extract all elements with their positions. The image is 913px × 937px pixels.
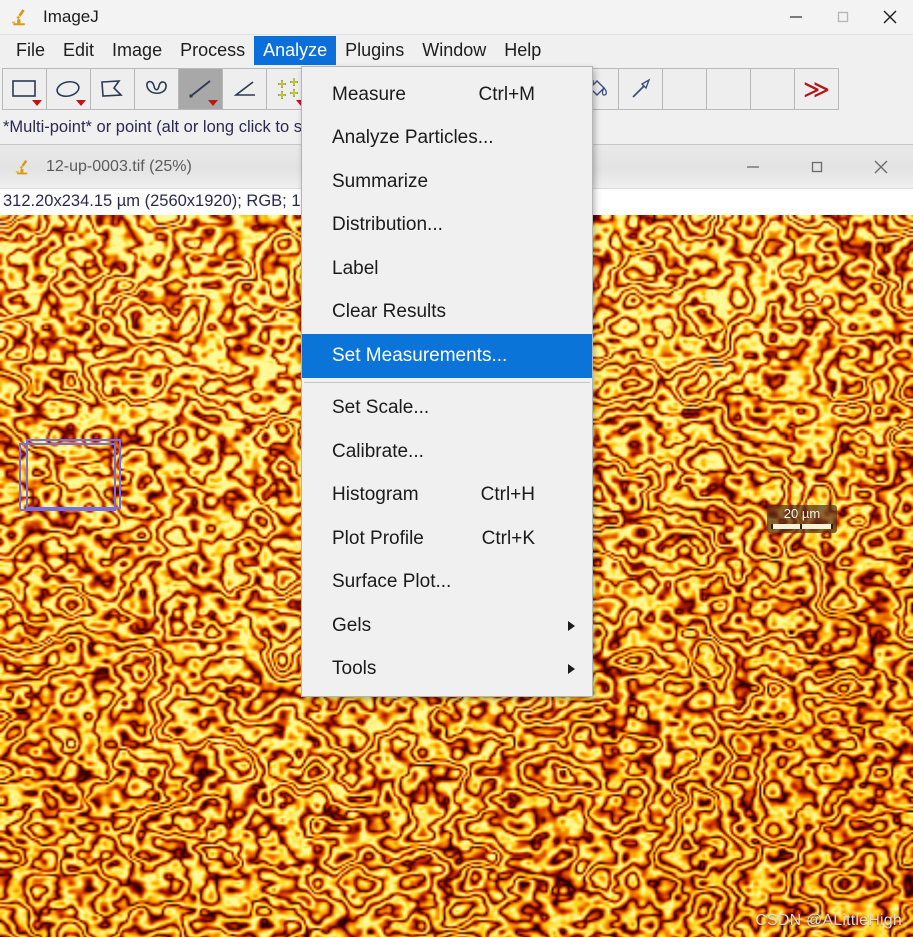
image-close-button[interactable] xyxy=(849,145,913,188)
chevron-right-icon xyxy=(568,620,575,631)
rectangle-tool[interactable] xyxy=(2,68,47,110)
menuitem-tools-label: Tools xyxy=(332,658,377,680)
microscope-icon xyxy=(14,158,32,176)
line-tool[interactable] xyxy=(178,68,223,110)
scale-bar-midtick xyxy=(800,524,802,529)
watermark-text: CSDN @ALittleHigh xyxy=(755,912,902,929)
menuitem-calibrate-label: Calibrate... xyxy=(332,440,424,462)
menu-file[interactable]: File xyxy=(7,36,54,65)
menuitem-distribution-label: Distribution... xyxy=(332,214,443,236)
imagej-application: ImageJ File Edit Image Process Analyze P… xyxy=(0,0,913,937)
microscope-icon xyxy=(10,7,30,27)
app-title: ImageJ xyxy=(43,7,99,26)
menuitem-set-scale[interactable]: Set Scale... xyxy=(302,387,592,431)
menubar: File Edit Image Process Analyze Plugins … xyxy=(0,35,913,66)
menuitem-label[interactable]: Label xyxy=(302,247,592,291)
scale-bar-rule xyxy=(771,524,833,529)
menu-edit[interactable]: Edit xyxy=(54,36,103,65)
menuitem-analyze-particles[interactable]: Analyze Particles... xyxy=(302,117,592,161)
menuitem-measure-accelerator: Ctrl+M xyxy=(478,83,535,105)
menu-analyze[interactable]: Analyze xyxy=(254,36,337,65)
empty-slot-2[interactable] xyxy=(706,68,751,110)
menuitem-histogram-accelerator: Ctrl+H xyxy=(480,484,535,506)
rectangle-tool-dropdown-arrow[interactable] xyxy=(32,100,42,106)
menuitem-plot-profile[interactable]: Plot Profile Ctrl+K xyxy=(302,517,592,561)
menuitem-plot-profile-accelerator: Ctrl+K xyxy=(481,527,535,549)
menuitem-measure[interactable]: Measure Ctrl+M xyxy=(302,73,592,117)
menu-help[interactable]: Help xyxy=(495,36,550,65)
image-maximize-button[interactable] xyxy=(785,145,849,188)
menuitem-label-label: Label xyxy=(332,257,379,279)
menu-image[interactable]: Image xyxy=(103,36,171,65)
menuitem-tools[interactable]: Tools xyxy=(302,648,592,692)
menu-plugins[interactable]: Plugins xyxy=(336,36,413,65)
menuitem-surface-plot-label: Surface Plot... xyxy=(332,571,452,593)
menuitem-measure-label: Measure xyxy=(332,83,406,105)
arrow-tool[interactable] xyxy=(618,68,663,110)
chevron-right-icon xyxy=(568,664,575,675)
empty-slot-3[interactable] xyxy=(750,68,795,110)
menuitem-clear-results[interactable]: Clear Results xyxy=(302,291,592,335)
analyze-dropdown-menu: Measure Ctrl+M Analyze Particles... Summ… xyxy=(301,66,593,697)
empty-slot-1[interactable] xyxy=(662,68,707,110)
menu-separator xyxy=(304,381,590,383)
scale-bar: 20 µm xyxy=(767,505,837,533)
more-tools-button[interactable]: ≫ xyxy=(794,68,839,110)
menuitem-set-measurements[interactable]: Set Measurements... xyxy=(302,334,592,378)
menuitem-clear-results-label: Clear Results xyxy=(332,301,447,323)
line-tool-dropdown-arrow[interactable] xyxy=(208,100,218,106)
menuitem-gels-label: Gels xyxy=(332,614,372,636)
angle-tool[interactable] xyxy=(222,68,267,110)
menu-window[interactable]: Window xyxy=(413,36,495,65)
menuitem-distribution[interactable]: Distribution... xyxy=(302,204,592,248)
image-minimize-button[interactable] xyxy=(721,145,785,188)
main-titlebar: ImageJ xyxy=(0,0,913,35)
scale-bar-label: 20 µm xyxy=(783,506,821,521)
menuitem-histogram-label: Histogram xyxy=(332,484,419,506)
menuitem-calibrate[interactable]: Calibrate... xyxy=(302,430,592,474)
oval-tool-dropdown-arrow[interactable] xyxy=(76,100,86,106)
menuitem-analyze-particles-label: Analyze Particles... xyxy=(332,127,494,149)
maximize-button[interactable] xyxy=(819,0,866,35)
menuitem-surface-plot[interactable]: Surface Plot... xyxy=(302,561,592,605)
image-window-title: 12-up-0003.tif (25%) xyxy=(46,157,192,175)
menuitem-summarize[interactable]: Summarize xyxy=(302,160,592,204)
close-button[interactable] xyxy=(866,0,913,35)
freehand-tool[interactable] xyxy=(134,68,179,110)
menuitem-set-measurements-label: Set Measurements... xyxy=(332,344,508,366)
menuitem-gels[interactable]: Gels xyxy=(302,604,592,648)
menuitem-histogram[interactable]: Histogram Ctrl+H xyxy=(302,474,592,518)
oval-tool[interactable] xyxy=(46,68,91,110)
menuitem-summarize-label: Summarize xyxy=(332,170,429,192)
polygon-tool[interactable] xyxy=(90,68,135,110)
menu-process[interactable]: Process xyxy=(171,36,254,65)
minimize-button[interactable] xyxy=(772,0,819,35)
menuitem-plot-profile-label: Plot Profile xyxy=(332,527,424,549)
menuitem-set-scale-label: Set Scale... xyxy=(332,397,430,419)
double-chevron-right-icon: ≫ xyxy=(802,74,831,104)
